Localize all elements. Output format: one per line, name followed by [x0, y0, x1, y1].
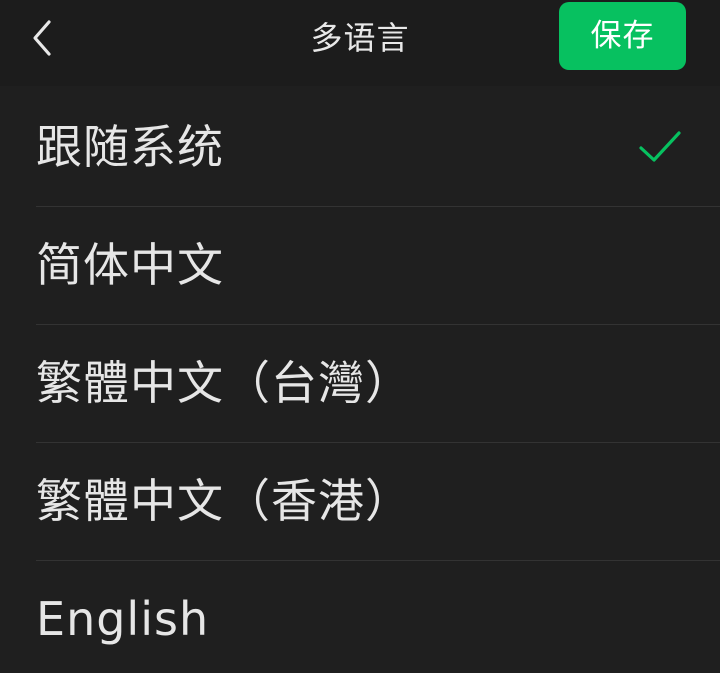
language-option-follow-system[interactable]: 跟随系统	[0, 88, 720, 206]
language-settings-screen: 多语言 保存 跟随系统 简体中文 繁體中文（台灣） 繁體中文（香港） Engli…	[0, 0, 720, 673]
language-list: 跟随系统 简体中文 繁體中文（台灣） 繁體中文（香港） English	[0, 88, 720, 673]
save-button[interactable]: 保存	[559, 2, 686, 70]
language-option-simplified-chinese[interactable]: 简体中文	[0, 206, 720, 324]
language-option-label: 跟随系统	[36, 120, 224, 174]
language-option-traditional-chinese-hongkong[interactable]: 繁體中文（香港）	[0, 442, 720, 560]
language-option-label: 繁體中文（台灣）	[36, 356, 412, 410]
language-option-label: 简体中文	[36, 238, 224, 292]
checkmark-icon	[639, 131, 681, 162]
language-option-label: 繁體中文（香港）	[36, 474, 412, 528]
language-option-english[interactable]: English	[0, 560, 720, 673]
language-option-label: English	[36, 592, 210, 646]
language-option-traditional-chinese-taiwan[interactable]: 繁體中文（台灣）	[0, 324, 720, 442]
nav-bar: 多语言 保存	[0, 0, 720, 86]
